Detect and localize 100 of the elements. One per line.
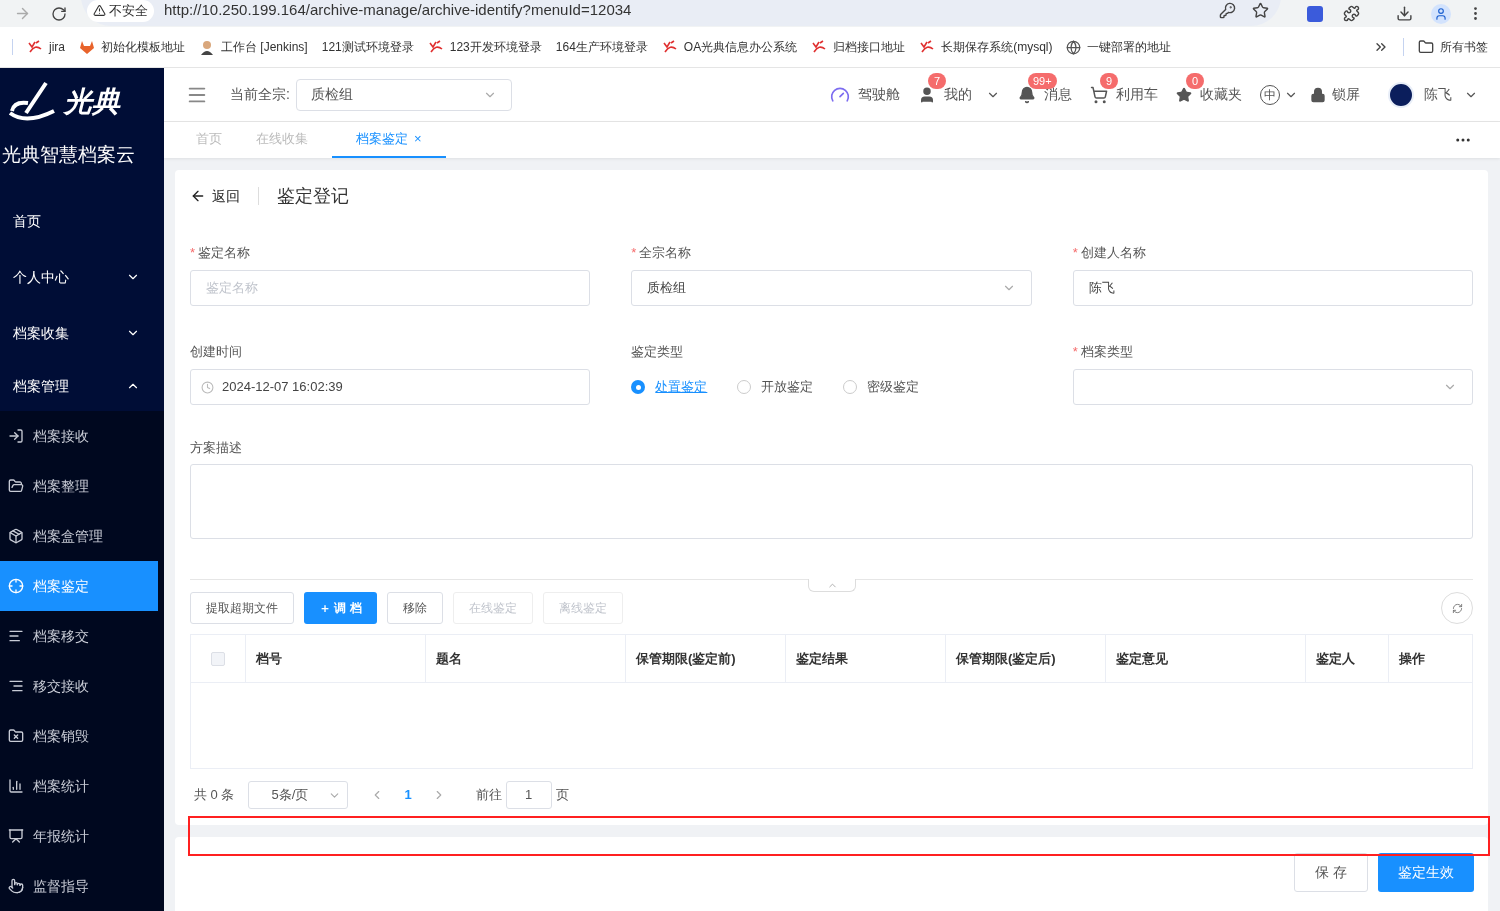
field-label: 档案类型 [1080,343,1133,362]
field-label: 创建人名称 [1080,244,1146,263]
select-all-checkbox[interactable] [211,651,225,666]
bookmark[interactable]: 一键部署的地址 [1066,38,1172,56]
star-icon[interactable] [1252,2,1269,19]
select-field[interactable] [1072,369,1473,405]
page-size-select[interactable]: 5条/页 [248,781,349,809]
lock-icon[interactable] [1310,86,1326,103]
radio-option[interactable]: 密级鉴定 [843,377,920,397]
submenu-item[interactable]: 移交接收 [0,661,158,711]
puzzle-icon[interactable] [1343,5,1360,22]
bookmark[interactable]: 121测试环境登录 [321,38,414,56]
crosshair-icon [8,578,24,594]
submenu-item[interactable]: 档案统计 [0,761,158,811]
submenu-item[interactable]: 档案移交 [0,611,158,661]
required-mark: * [190,244,196,263]
swirl-icon [661,40,678,54]
star-icon [1176,86,1192,103]
swirl-icon [427,40,444,54]
address-bar[interactable]: 不安全 http://10.250.199.164/archive-manage/archive-identify?menuId=12034 [81,0,1281,26]
goto-input[interactable]: 1 [505,781,552,809]
required-mark: * [1072,244,1078,263]
presentation-icon [8,828,24,844]
input-field[interactable]: 陈飞 [1072,270,1473,306]
column-header: 档号 [256,649,282,668]
bookmark[interactable]: jira [27,38,65,56]
column-header: 题名 [436,649,462,668]
extension-icon[interactable] [1307,5,1323,22]
submenu-item[interactable]: 监督指导 [0,861,158,911]
url-text: http://10.250.199.164/archive-manage/archive-identify?menuId=12034 [164,0,632,21]
logo-text: 光典 [64,84,120,119]
submenu-item[interactable]: 档案整理 [0,461,158,511]
user-name[interactable]: 陈飞 [1424,84,1452,105]
list-icon [8,628,24,644]
select-field[interactable]: 质检组 [631,270,1032,306]
field-label: 创建时间 [190,343,242,362]
field-label: 鉴定名称 [198,244,251,263]
toolbar-button[interactable]: 移除 [386,592,443,624]
swirl-icon [919,40,936,54]
page-title: 鉴定登记 [277,184,349,208]
submenu-item[interactable]: 年报统计 [0,811,158,861]
fonds-select[interactable]: 质检组 [295,78,512,111]
refresh-icon [1451,602,1463,614]
profile-icon[interactable] [1431,3,1451,24]
swirl-icon [27,40,43,54]
radio-option[interactable]: 开放鉴定 [737,377,814,397]
header-action[interactable]: 利用车 [1116,84,1158,105]
reload-icon[interactable] [51,5,67,22]
folder-x-icon [8,728,24,744]
date-field[interactable]: 2024-12-07 16:02:39 [190,369,591,405]
header-action[interactable]: 我的 [944,84,972,105]
security-chip[interactable]: 不安全 [87,0,154,22]
menu-item[interactable]: 个人中心 [0,249,164,305]
total-count: 共 0 条 [194,786,235,805]
submenu-item[interactable]: 档案盒管理 [0,511,158,561]
download-icon[interactable] [1396,5,1413,22]
toolbar-button[interactable]: 提取超期文件 [190,592,294,624]
person-icon [199,39,215,55]
folder-icon[interactable] [1418,39,1434,55]
clock-icon [201,380,214,394]
bookmark[interactable]: OA光典信息办公系统 [661,38,798,56]
column-header: 鉴定结果 [796,649,848,668]
bookmark[interactable]: 归档接口地址 [811,38,906,56]
package-icon [8,528,24,544]
header-action[interactable]: 驾驶舱 [858,84,900,105]
submenu-item[interactable]: 档案接收 [0,411,158,461]
column-header: 鉴定人 [1316,649,1355,668]
menu-item[interactable]: 首页 [0,193,164,249]
cart-icon [1090,85,1108,104]
count-badge: 9 [1100,73,1118,89]
bookmark[interactable]: 123开发环境登录 [427,38,542,56]
menu-item[interactable]: 档案收集 [0,305,164,361]
warning-icon [93,4,106,17]
collapse-toggle[interactable] [808,579,856,592]
bookmark[interactable]: 长期保存系统(mysql) [919,38,1053,56]
user-avatar[interactable] [1388,81,1414,108]
key-icon[interactable] [1219,2,1236,19]
count-badge: 7 [928,73,946,89]
submenu-item[interactable]: 档案销毁 [0,711,158,761]
required-mark: * [631,244,637,263]
field-label: 方案描述 [190,439,243,456]
swirl-icon [811,40,828,54]
footer-button[interactable]: 保 存 [1294,853,1368,892]
folder-icon [8,478,24,494]
goto-suffix: 页 [555,786,569,805]
all-bookmarks[interactable]: 所有书签 [1440,38,1488,56]
pointer-icon [8,878,24,894]
app-title: 光典智慧档案云 [1,143,136,167]
login-icon [8,428,24,444]
menu-item[interactable]: 档案管理 [0,361,164,411]
bookmark[interactable]: 工作台 [Jenkins] [199,38,308,56]
back-link[interactable]: 返回 [212,185,240,207]
list-icon [8,678,24,694]
lock-label[interactable]: 锁屏 [1332,84,1360,105]
column-header: 保管期限(鉴定前) [636,649,736,668]
field-label: 鉴定类型 [631,343,684,362]
column-header: 操作 [1399,649,1425,668]
bookmark[interactable]: 164生产环境登录 [555,38,648,56]
bar-chart-icon [8,778,24,794]
bookmark[interactable]: 初始化模板地址 [79,38,185,56]
